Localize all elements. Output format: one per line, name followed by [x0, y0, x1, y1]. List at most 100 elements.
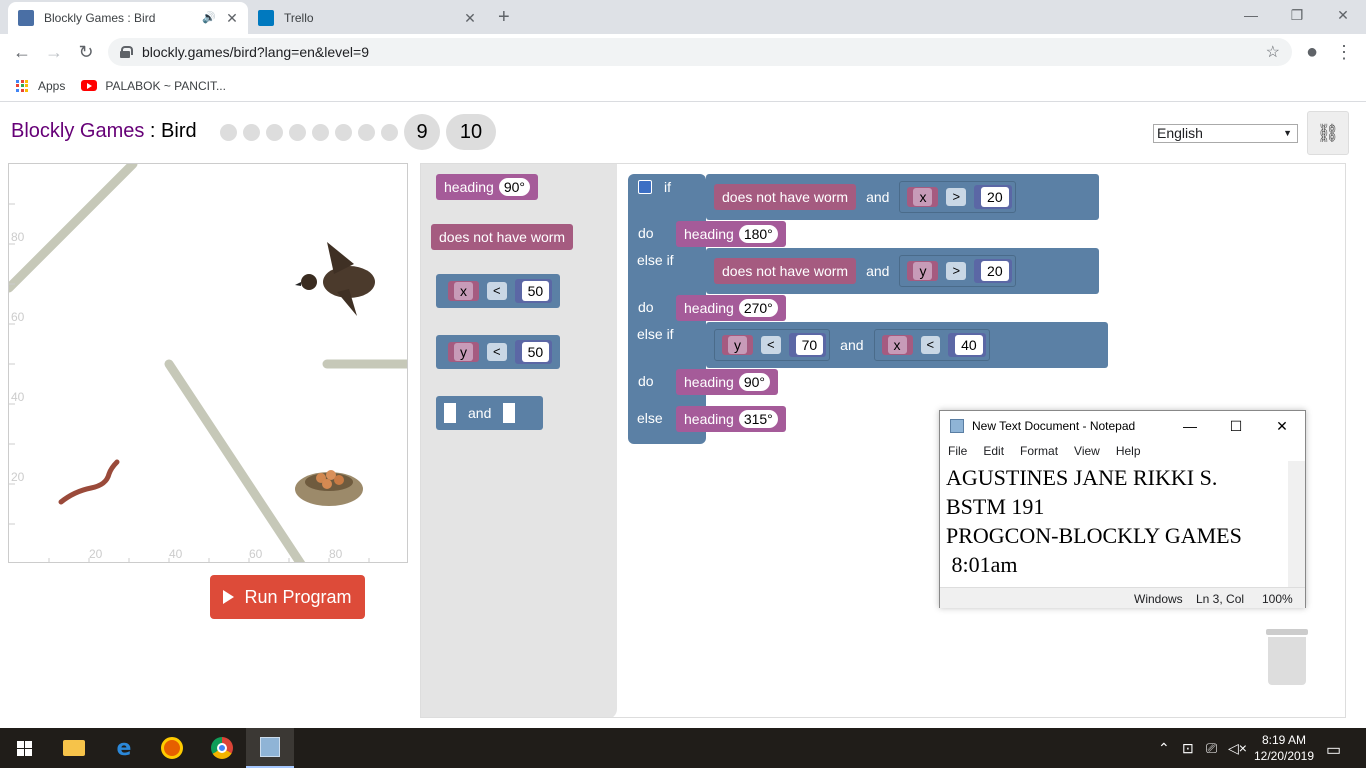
var-block[interactable]: x: [907, 187, 939, 207]
menu-help[interactable]: Help: [1116, 444, 1141, 458]
and-block-3[interactable]: y < 70 and x < 40: [706, 322, 1108, 368]
no-worm-block[interactable]: does not have worm: [714, 184, 857, 210]
menu-file[interactable]: File: [948, 444, 967, 458]
number-block[interactable]: 50: [514, 340, 553, 364]
number-value[interactable]: 20: [981, 187, 1009, 207]
compare-block[interactable]: x < 40: [873, 329, 990, 361]
minimize-icon[interactable]: —: [1167, 411, 1213, 441]
number-block[interactable]: 20: [974, 185, 1012, 209]
and-block-2[interactable]: does not have worm and y > 20: [706, 248, 1099, 294]
tray-network-icon[interactable]: ⎚: [1206, 740, 1217, 757]
link-button[interactable]: ⛓: [1307, 111, 1349, 155]
level-dot-2[interactable]: [243, 123, 260, 141]
level-dot-6[interactable]: [335, 123, 352, 141]
toolbox-y-compare-block[interactable]: y < 50: [436, 335, 561, 369]
var-block[interactable]: x: [448, 281, 479, 301]
operator-dropdown[interactable]: >: [946, 262, 967, 280]
heading-value[interactable]: 180°: [738, 225, 778, 243]
number-value[interactable]: 50: [521, 342, 550, 362]
level-dot-1[interactable]: [220, 123, 237, 141]
number-value[interactable]: 70: [795, 335, 824, 355]
run-program-button[interactable]: Run Program: [210, 575, 365, 619]
menu-format[interactable]: Format: [1020, 444, 1058, 458]
heading-value[interactable]: 270°: [738, 299, 778, 317]
notepad-text-area[interactable]: AGUSTINES JANE RIKKI S. BSTM 191 PROGCON…: [946, 463, 1286, 583]
bookmark-apps[interactable]: Apps: [16, 79, 65, 93]
address-bar[interactable]: blockly.games/bird?lang=en&level=9 ☆: [108, 38, 1292, 66]
and-block-1[interactable]: does not have worm and x > 20: [706, 174, 1099, 220]
compare-block[interactable]: y > 20: [899, 255, 1016, 287]
trash-can-icon[interactable]: [1266, 629, 1308, 685]
firefox-icon[interactable]: [148, 728, 196, 768]
no-worm-block[interactable]: does not have worm: [714, 258, 857, 284]
reload-icon[interactable]: ↻: [74, 40, 98, 64]
compare-block[interactable]: x > 20: [899, 181, 1016, 213]
restore-icon[interactable]: ❐: [1274, 0, 1320, 30]
heading-block-2[interactable]: heading 270°: [676, 295, 786, 321]
operator-dropdown[interactable]: <: [761, 336, 781, 354]
back-icon[interactable]: ←: [10, 40, 34, 64]
close-icon[interactable]: ✕: [1259, 411, 1305, 441]
menu-kebab-icon[interactable]: ⋮: [1332, 40, 1356, 64]
notepad-scrollbar[interactable]: [1288, 461, 1305, 587]
app-name-link[interactable]: Blockly Games: [11, 120, 144, 142]
minimize-icon[interactable]: —: [1228, 0, 1274, 30]
file-explorer-icon[interactable]: [50, 728, 98, 768]
taskbar-clock[interactable]: 8:19 AM 12/20/2019: [1248, 732, 1320, 764]
compare-block[interactable]: y < 70: [714, 329, 831, 361]
toolbox-and-block[interactable]: and: [436, 396, 543, 430]
number-value[interactable]: 50: [521, 281, 550, 301]
menu-view[interactable]: View: [1074, 444, 1100, 458]
new-tab-button[interactable]: +: [498, 6, 510, 29]
language-select[interactable]: English ▼: [1153, 124, 1298, 143]
number-value[interactable]: 40: [955, 335, 983, 355]
number-block[interactable]: 70: [788, 333, 827, 357]
level-dot-8[interactable]: [381, 123, 398, 141]
forward-icon[interactable]: →: [42, 40, 66, 64]
level-dot-7[interactable]: [358, 123, 375, 141]
var-block[interactable]: x: [881, 335, 913, 355]
tab-blockly[interactable]: Blockly Games : Bird 🔊 ✕: [8, 2, 248, 34]
number-value[interactable]: 20: [981, 261, 1009, 281]
heading-value[interactable]: 90°: [738, 373, 770, 391]
level-dot-3[interactable]: [266, 123, 283, 141]
account-icon[interactable]: ●: [1300, 40, 1324, 64]
close-window-icon[interactable]: ✕: [1320, 0, 1366, 30]
heading-value[interactable]: 315°: [738, 410, 778, 428]
tab-close-icon[interactable]: ✕: [224, 10, 240, 27]
next-level-button[interactable]: 10: [446, 114, 496, 150]
number-block[interactable]: 20: [974, 259, 1012, 283]
maximize-icon[interactable]: ☐: [1213, 411, 1259, 441]
action-center-icon[interactable]: ▭: [1326, 740, 1341, 760]
chrome-icon[interactable]: [198, 728, 246, 768]
heading-value[interactable]: 90°: [498, 178, 530, 196]
current-level-button[interactable]: 9: [404, 114, 440, 150]
bookmark-palabok[interactable]: PALABOK ~ PANCIT...: [81, 79, 226, 93]
level-dot-5[interactable]: [312, 123, 329, 141]
number-block[interactable]: 50: [514, 279, 553, 303]
operator-dropdown[interactable]: <: [920, 336, 941, 354]
heading-block-4[interactable]: heading 315°: [676, 406, 786, 432]
menu-edit[interactable]: Edit: [983, 444, 1004, 458]
notepad-window[interactable]: New Text Document - Notepad — ☐ ✕ File E…: [939, 410, 1306, 608]
toolbox-heading-block[interactable]: heading 90°: [436, 174, 538, 200]
tab-trello[interactable]: Trello ✕: [248, 2, 486, 34]
tray-security-icon[interactable]: ⊡: [1182, 740, 1194, 757]
tray-volume-muted-icon[interactable]: ◁×: [1228, 740, 1247, 757]
operator-dropdown[interactable]: <: [487, 282, 507, 300]
operator-dropdown[interactable]: >: [946, 188, 967, 206]
tab-close-icon[interactable]: ✕: [462, 10, 478, 27]
tray-chevron-icon[interactable]: ⌃: [1158, 740, 1170, 757]
heading-block-3[interactable]: heading 90°: [676, 369, 778, 395]
start-windows-icon[interactable]: [0, 728, 48, 768]
gear-icon[interactable]: [638, 180, 652, 194]
toolbox-no-worm-block[interactable]: does not have worm: [431, 224, 574, 250]
var-block[interactable]: y: [907, 261, 939, 281]
notepad-taskbar-icon[interactable]: [246, 728, 294, 768]
speaker-icon[interactable]: 🔊: [202, 11, 216, 24]
edge-icon[interactable]: e: [100, 728, 148, 768]
toolbox-x-compare-block[interactable]: x < 50: [436, 274, 561, 308]
bookmark-star-icon[interactable]: ☆: [1266, 42, 1280, 62]
operator-dropdown[interactable]: <: [487, 343, 507, 361]
level-dot-4[interactable]: [289, 123, 306, 141]
